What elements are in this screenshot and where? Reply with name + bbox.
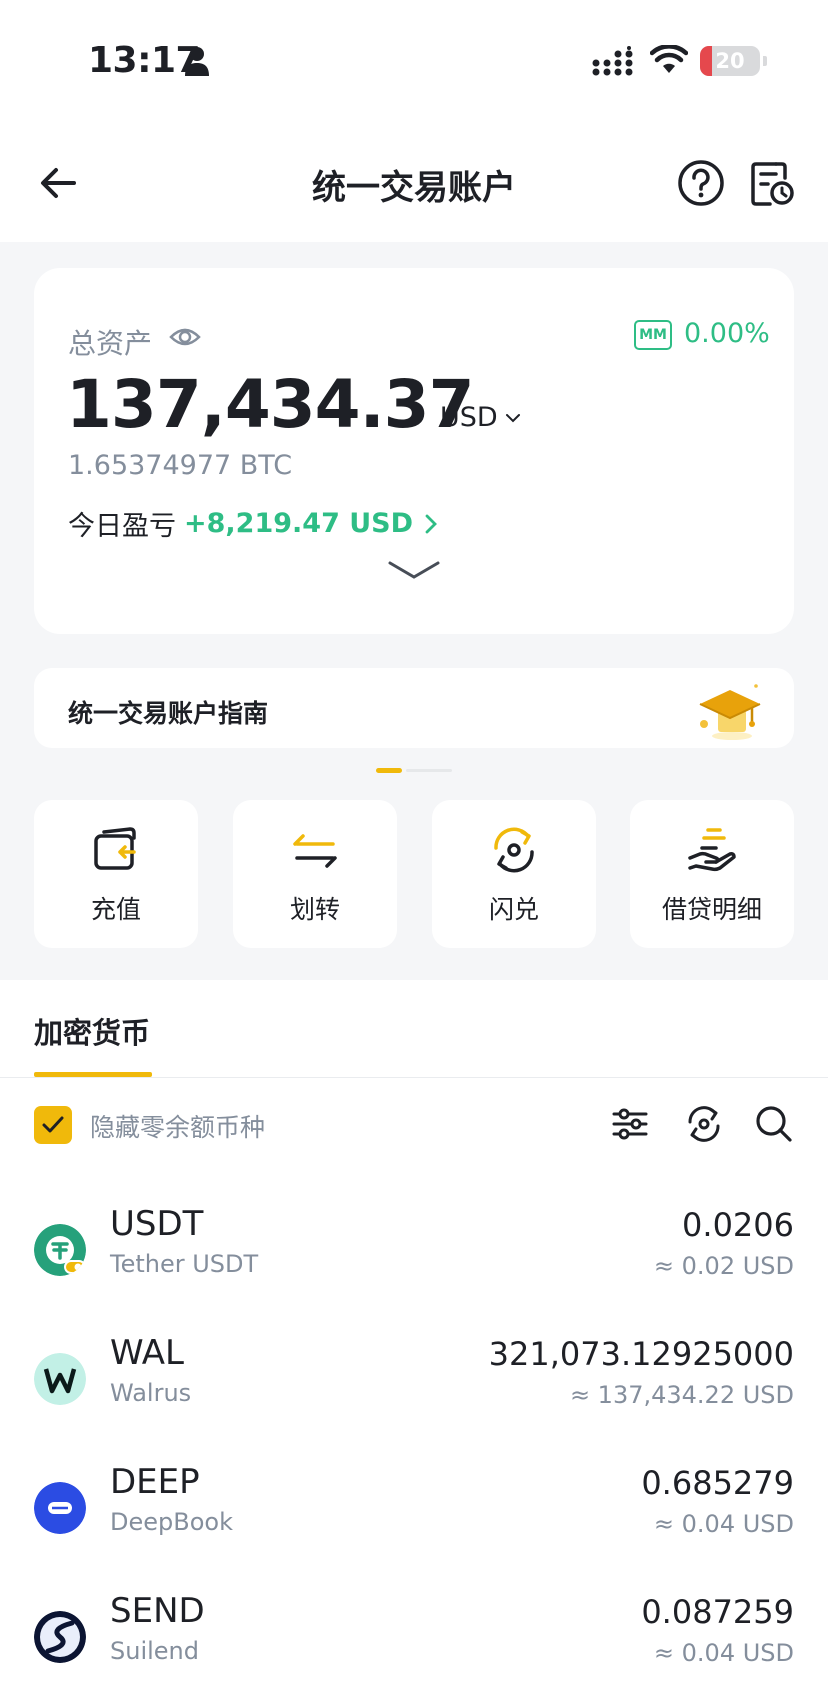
coin-symbol: USDT [110, 1204, 204, 1244]
coin-usd-value: ≈ 137,434.22 USD [569, 1381, 794, 1409]
coin-usd-value: ≈ 0.04 USD [653, 1510, 794, 1538]
tab-crypto[interactable]: 加密货币 [34, 1010, 150, 1052]
hide-zero-balance-checkbox[interactable] [34, 1106, 72, 1144]
convert-small-balance-icon[interactable] [684, 1104, 724, 1144]
battery-tip [763, 56, 767, 66]
hide-zero-balance-label: 隐藏零余额币种 [90, 1113, 266, 1142]
account-guide-banner[interactable]: 统一交易账户指南 [34, 668, 794, 748]
transfer-icon [293, 834, 337, 868]
coin-name: DeepBook [110, 1508, 233, 1536]
filter-sliders-icon[interactable] [610, 1104, 650, 1144]
action-label: 借贷明细 [661, 895, 762, 924]
asset-summary-card: 总资产 MM 0.00% 137,434.37 USD 1.65374977 B… [34, 268, 794, 634]
asset-tabs: 加密货币 [0, 980, 828, 1078]
battery-text: 20 [715, 49, 745, 73]
battery-indicator: 20 [700, 46, 760, 76]
daily-pnl-value: +8,219.47 USD [184, 508, 414, 539]
action-label: 充值 [90, 895, 141, 924]
margin-ratio-value: 0.00% [684, 318, 770, 349]
checkmark-icon [42, 1116, 64, 1133]
pager-dot [406, 769, 452, 772]
coin-amount: 321,073.12925000 [488, 1335, 794, 1373]
status-bar: 13:17 20 [0, 0, 828, 120]
nav-header: 统一交易账户 [0, 120, 828, 242]
chevron-right-icon [425, 514, 438, 533]
chevron-down-icon [505, 413, 520, 422]
coin-name: Walrus [110, 1379, 192, 1407]
currency-label: USD [440, 402, 498, 433]
coin-symbol: SEND [110, 1591, 205, 1631]
deposit-icon [94, 827, 136, 870]
coin-usd-value: ≈ 0.02 USD [653, 1252, 794, 1280]
coin-name: Suilend [110, 1637, 199, 1665]
coin-symbol: WAL [110, 1333, 184, 1373]
convert-icon [494, 827, 534, 873]
graduation-cap-icon [699, 684, 761, 740]
pager-dot-active [376, 768, 402, 773]
coin-row-send[interactable]: SEND Suilend 0.087259 ≈ 0.04 USD [0, 1585, 828, 1683]
transfer-button[interactable]: 划转 [233, 800, 397, 948]
coin-symbol: DEEP [110, 1462, 200, 1502]
deposit-button[interactable]: 充值 [34, 800, 198, 948]
records-icon[interactable] [746, 158, 796, 208]
coin-row-usdt[interactable]: USDT Tether USDT 0.0206 ≈ 0.02 USD [0, 1198, 828, 1326]
guide-title: 统一交易账户指南 [68, 699, 269, 728]
coin-amount: 0.0206 [682, 1206, 794, 1244]
daily-pnl-label: 今日盈亏 [68, 511, 176, 542]
action-label: 划转 [289, 895, 340, 924]
usdt-logo-icon [34, 1224, 86, 1276]
expand-chevron-icon[interactable] [386, 558, 442, 582]
coin-row-deep[interactable]: DEEP DeepBook 0.685279 ≈ 0.04 USD [0, 1456, 828, 1584]
person-icon [185, 47, 209, 76]
loan-details-button[interactable]: 借贷明细 [630, 800, 794, 948]
total-balance: 137,434.37 [66, 366, 475, 443]
wifi-icon [650, 45, 688, 73]
walrus-logo-icon [34, 1353, 86, 1405]
coin-name: Tether USDT [110, 1250, 259, 1278]
margin-mode-badge: MM [634, 320, 672, 350]
banner-pager [376, 768, 452, 773]
currency-selector[interactable]: USD [440, 402, 522, 433]
action-label: 闪兑 [488, 895, 539, 924]
help-icon[interactable] [676, 158, 726, 208]
search-icon[interactable] [754, 1104, 794, 1144]
deepbook-logo-icon [34, 1482, 86, 1534]
convert-button[interactable]: 闪兑 [432, 800, 596, 948]
coin-row-wal[interactable]: WAL Walrus 321,073.12925000 ≈ 137,434.22… [0, 1327, 828, 1455]
coin-amount: 0.685279 [641, 1464, 794, 1502]
coin-usd-value: ≈ 0.04 USD [653, 1639, 794, 1667]
daily-pnl-row[interactable]: 今日盈亏 +8,219.47 USD [68, 504, 439, 543]
total-assets-label: 总资产 [68, 327, 153, 360]
eye-icon[interactable] [168, 322, 202, 352]
signal-icon [592, 46, 633, 76]
loan-details-icon [688, 828, 736, 872]
tab-active-indicator [34, 1072, 152, 1077]
suilend-logo-icon [34, 1611, 86, 1663]
btc-equivalent: 1.65374977 BTC [68, 450, 293, 481]
coin-amount: 0.087259 [641, 1593, 794, 1631]
